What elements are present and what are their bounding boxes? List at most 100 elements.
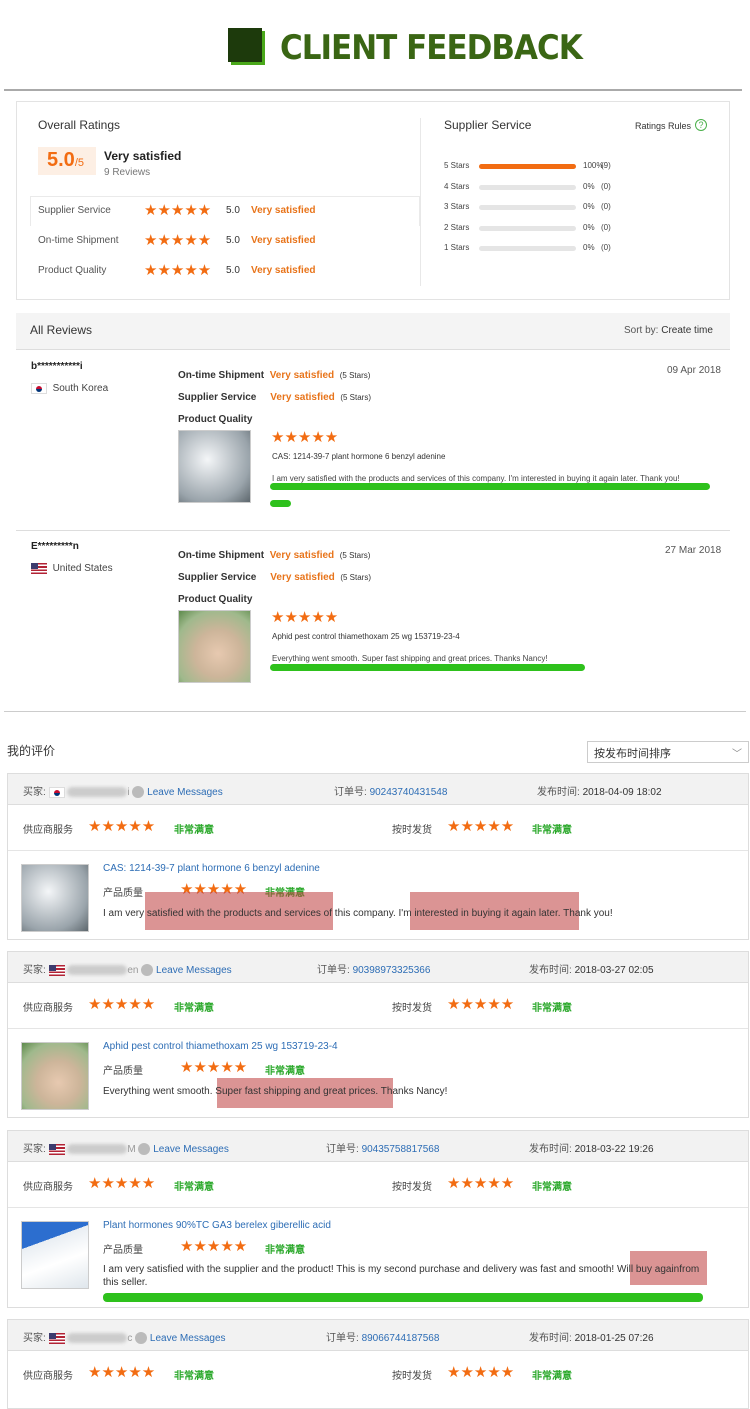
publish-time: 发布时间: 2018-01-25 07:26: [529, 1333, 654, 1344]
product-thumbnail[interactable]: [21, 1221, 89, 1289]
order-number: 订单号: 90435758817568: [326, 1144, 440, 1155]
product-link[interactable]: Aphid pest control thiamethoxam 25 wg 15…: [103, 1041, 338, 1052]
rating-label: 供应商服务: [23, 1371, 73, 1382]
review-comment: I am very satisfied with the products an…: [103, 908, 613, 919]
rating-text: 非常满意: [532, 1371, 572, 1382]
order-number-link[interactable]: 90398973325366: [353, 965, 431, 976]
help-icon[interactable]: ?: [695, 119, 707, 131]
rating-label: 供应商服务: [23, 1182, 73, 1193]
star-rating-icons: ★★★★★: [271, 429, 339, 446]
rating-text: 非常满意: [174, 825, 214, 836]
order-number-link[interactable]: 90435758817568: [362, 1144, 440, 1155]
rating-text: 非常满意: [265, 1245, 305, 1256]
star-rating-icons: ★★★★★: [180, 1238, 248, 1255]
rating-row-value: 5.0: [226, 235, 240, 246]
star-bar-count: (0): [601, 243, 611, 252]
reviewer-name: E*********n: [31, 541, 79, 552]
star-rating-icons: ★★★★★: [271, 609, 339, 626]
star-bar-label: 1 Stars: [444, 243, 470, 252]
star-bar-track: [479, 184, 576, 190]
star-rating-icons: ★★★★★: [144, 232, 212, 249]
sort-control[interactable]: Sort by: Create time: [624, 325, 713, 336]
rating-label: 供应商服务: [23, 825, 73, 836]
rating-row-label: Supplier Service: [38, 205, 111, 216]
review-comment: Everything went smooth. Super fast shipp…: [103, 1086, 448, 1097]
page-title: CLIENT FEEDBACK: [280, 28, 583, 68]
buyer-name-blurred: [67, 1144, 128, 1155]
product-thumbnail[interactable]: [21, 1042, 89, 1110]
order-number-link[interactable]: 89066744187568: [362, 1333, 440, 1344]
avatar-icon: [138, 1143, 151, 1156]
highlight-underline: [270, 500, 291, 507]
star-bar-track: [479, 246, 576, 251]
star-rating-icons: ★★★★★: [447, 996, 515, 1013]
order-number: 订单号: 90243740431548: [334, 787, 448, 798]
star-bar-percent: 0%: [583, 243, 595, 252]
rating-text: 非常满意: [532, 1182, 572, 1193]
rating-row-text: Very satisfied: [251, 235, 316, 246]
reviewer-country: South Korea: [31, 383, 108, 394]
star-bar-count: (9): [601, 161, 611, 170]
overall-ratings-label: Overall Ratings: [38, 118, 121, 132]
south-korea-flag-icon: [48, 786, 65, 798]
overall-score: 5.0/5: [47, 149, 84, 171]
sort-select[interactable]: 按发布时间排序 ﹀: [587, 741, 749, 763]
review-comment: I am very satisfied with the supplier an…: [103, 1264, 700, 1288]
buyer-name-tail: en: [127, 965, 139, 976]
chevron-down-icon: ﹀: [732, 749, 742, 760]
leave-messages-link[interactable]: Leave Messages: [150, 1333, 226, 1344]
highlight-underline: [270, 483, 710, 490]
united-states-flag-icon: [31, 563, 47, 574]
review-criteria: On-time Shipment Very satisfied (5 Stars…: [178, 550, 371, 605]
order-number-link[interactable]: 90243740431548: [370, 787, 448, 798]
rating-row-label: Product Quality: [38, 265, 107, 276]
reviewer-country: United States: [31, 563, 113, 574]
buyer-name-blurred: [67, 965, 128, 976]
rating-label: 按时发货: [392, 1371, 432, 1382]
south-korea-flag-icon: [31, 383, 47, 394]
buyer-name-blurred: [67, 1333, 128, 1344]
publish-time: 发布时间: 2018-03-27 02:05: [529, 965, 654, 976]
star-bar-label: 2 Stars: [444, 222, 470, 232]
product-name: CAS: 1214-39-7 plant hormone 6 benzyl ad…: [272, 452, 446, 461]
order-divider: [8, 850, 748, 851]
product-link[interactable]: CAS: 1214-39-7 plant hormone 6 benzyl ad…: [103, 863, 320, 874]
star-bar-percent: 0%: [583, 202, 595, 211]
rating-label: 按时发货: [392, 1182, 432, 1193]
quality-label: 产品质量: [103, 1066, 143, 1077]
buyer-info: 买家: M Leave Messages: [23, 1143, 229, 1156]
overall-review-count: 9 Reviews: [104, 167, 151, 178]
product-link[interactable]: Plant hormones 90%TC GA3 berelex giberel…: [103, 1220, 331, 1231]
highlight-underline: [270, 664, 585, 671]
star-rating-icons: ★★★★★: [447, 1175, 515, 1192]
star-bar-label: 4 Stars: [444, 181, 470, 191]
overall-divider-vertical: [420, 118, 421, 286]
rating-row-text: Very satisfied: [251, 205, 316, 216]
leave-messages-link[interactable]: Leave Messages: [153, 1144, 229, 1155]
avatar-icon: [141, 964, 154, 977]
product-thumbnail[interactable]: [21, 864, 89, 932]
supplier-service-title: Supplier Service: [444, 118, 532, 132]
leave-messages-link[interactable]: Leave Messages: [156, 965, 232, 976]
star-rating-icons: ★★★★★: [447, 1364, 515, 1381]
rating-label: 按时发货: [392, 1003, 432, 1014]
product-name: Aphid pest control thiamethoxam 25 wg 15…: [272, 632, 460, 641]
buyer-info: 买家: en Leave Messages: [23, 964, 232, 977]
ratings-rules-link[interactable]: Ratings Rules: [635, 121, 691, 131]
review-date: 09 Apr 2018: [667, 365, 721, 376]
leave-messages-link[interactable]: Leave Messages: [147, 787, 223, 798]
star-bar-count: (0): [601, 202, 611, 211]
star-bar-percent: 0%: [583, 181, 595, 191]
highlight-underline: [103, 1293, 703, 1302]
product-thumbnail-silver[interactable]: [178, 430, 251, 503]
star-rating-icons: ★★★★★: [88, 996, 156, 1013]
review-comment: Everything went smooth. Super fast shipp…: [272, 654, 548, 663]
star-rating-icons: ★★★★★: [144, 262, 212, 279]
rating-label: 供应商服务: [23, 1003, 73, 1014]
star-bar-fill: [479, 164, 576, 169]
all-reviews-title: All Reviews: [30, 323, 93, 337]
star-rating-icons: ★★★★★: [180, 1059, 248, 1076]
product-thumbnail-powder[interactable]: [178, 610, 251, 683]
rating-text: 非常满意: [532, 825, 572, 836]
rating-row-value: 5.0: [226, 265, 240, 276]
